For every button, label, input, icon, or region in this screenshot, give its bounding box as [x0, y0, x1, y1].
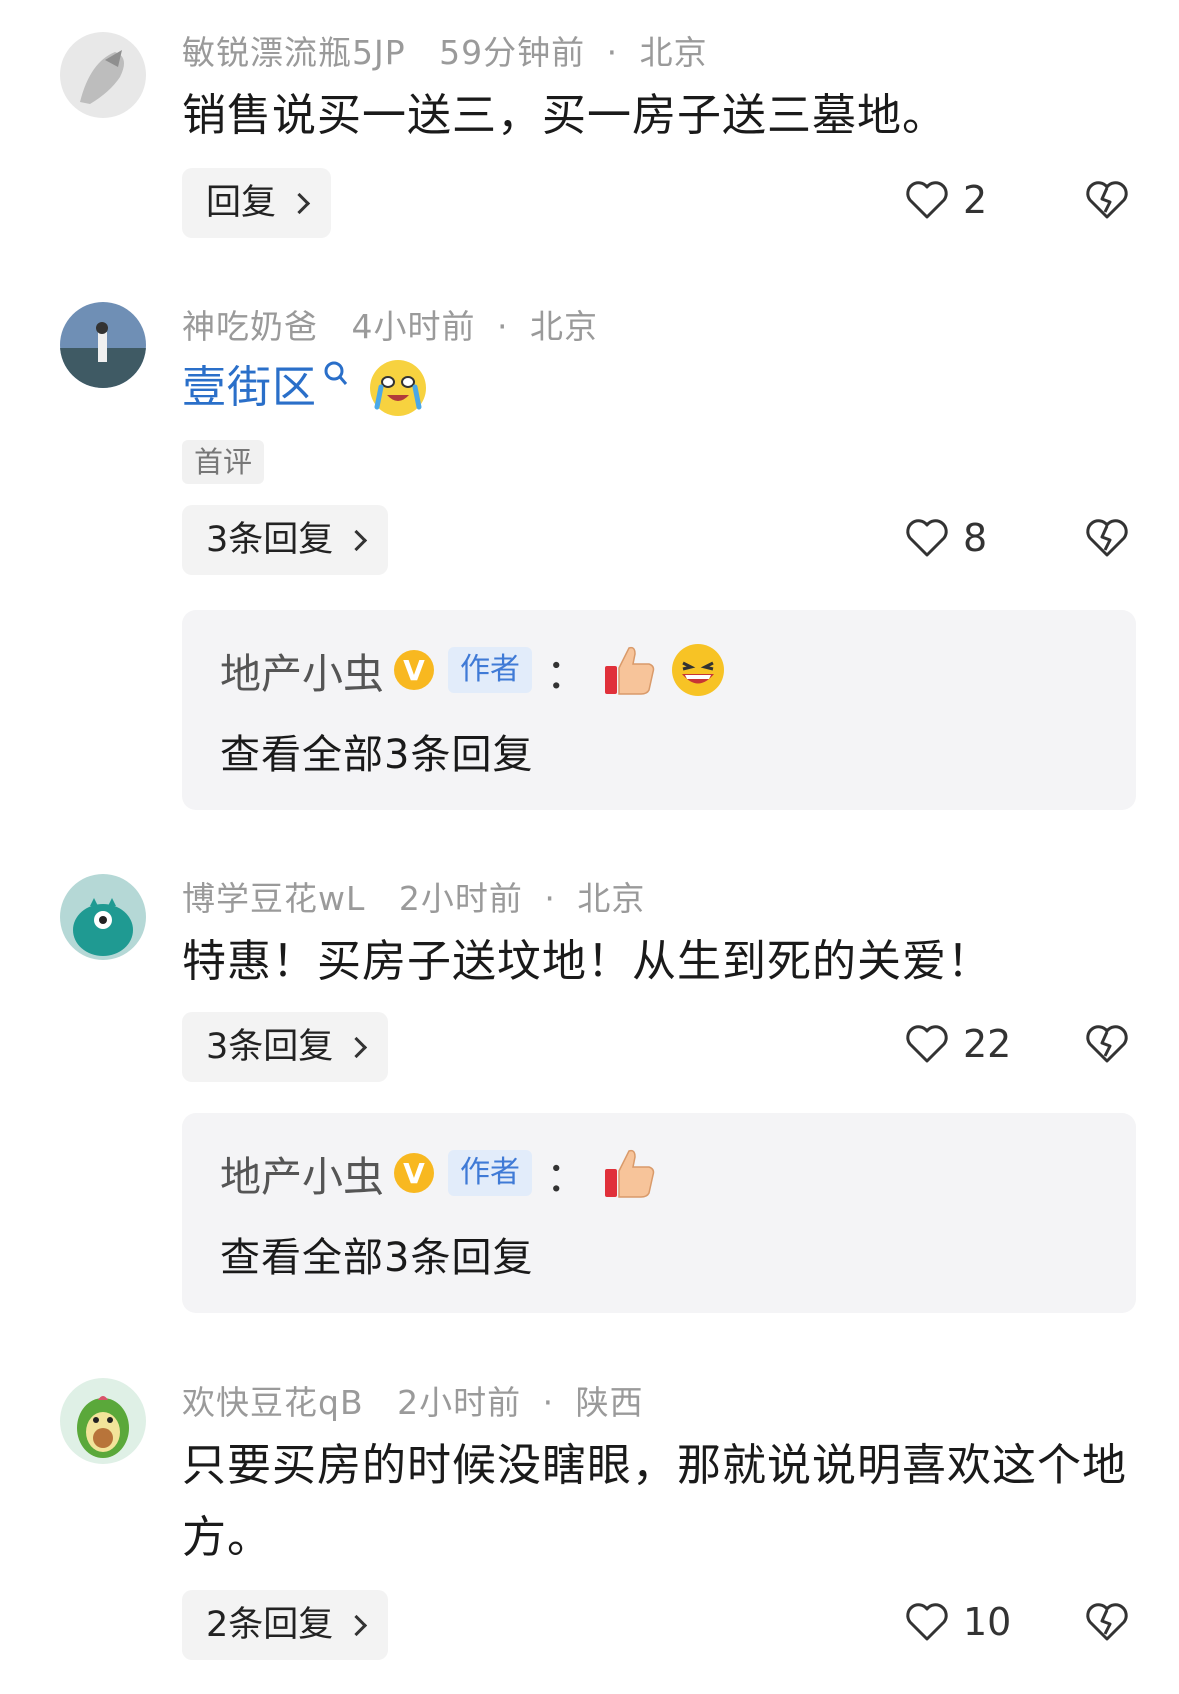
- chevron-right-icon: [346, 1036, 368, 1058]
- like-count: 22: [963, 1022, 1012, 1066]
- chevron-right-icon: [346, 529, 368, 551]
- reply-button[interactable]: 2条回复: [182, 1590, 389, 1660]
- timestamp: 4小时前: [351, 307, 476, 346]
- username[interactable]: 敏锐漂流瓶5JP: [182, 33, 406, 72]
- like-button[interactable]: 8: [905, 516, 987, 560]
- chevron-right-icon: [288, 192, 311, 214]
- separator: ·: [606, 33, 619, 72]
- reply-label: 3条回复: [206, 520, 334, 560]
- search-link[interactable]: 壹街区: [182, 352, 317, 424]
- comment-text: 销售说买一送三，买一房子送三墓地。: [182, 90, 947, 141]
- comment-meta: 神吃奶爸 4小时前 · 北京: [182, 300, 598, 348]
- comment-text: 只要买房的时候没瞎眼，那就说说明喜欢这个地方。: [182, 1440, 1127, 1563]
- verified-badge-icon: V: [394, 1153, 434, 1193]
- comment-meta: 欢快豆花qB 2小时前 · 陕西: [182, 1376, 644, 1424]
- avatar[interactable]: [60, 32, 146, 118]
- username[interactable]: 神吃奶爸: [182, 307, 318, 346]
- separator: ·: [542, 1383, 555, 1422]
- location: 北京: [577, 879, 646, 918]
- view-all-replies-link[interactable]: 查看全部3条回复: [220, 722, 533, 780]
- reply-label: 回复: [206, 183, 277, 223]
- like-button[interactable]: 22: [905, 1022, 1011, 1066]
- location: 陕西: [575, 1383, 644, 1422]
- like-count: 10: [963, 1600, 1012, 1644]
- author-tag: 作者: [448, 1150, 532, 1196]
- like-count: 2: [963, 178, 988, 222]
- verified-badge-icon: V: [394, 650, 434, 690]
- author-tag: 作者: [448, 647, 532, 693]
- location: 北京: [639, 33, 708, 72]
- heart-icon: [906, 181, 948, 219]
- crying-emoji-icon: [370, 360, 426, 416]
- avatar[interactable]: [60, 302, 146, 388]
- broken-heart-icon[interactable]: [1085, 1602, 1129, 1642]
- heart-icon: [906, 1603, 948, 1641]
- reply-label: 2条回复: [206, 1605, 334, 1645]
- like-button[interactable]: 10: [905, 1600, 1011, 1644]
- separator: ·: [544, 879, 556, 918]
- broken-heart-icon[interactable]: [1085, 518, 1129, 558]
- chevron-right-icon: [346, 1614, 368, 1636]
- comment-text: 壹街区: [182, 352, 1139, 424]
- subreply-preview: 地产小虫 V 作者 ：: [220, 1143, 657, 1203]
- colon: ：: [546, 1153, 587, 1201]
- thumbs-up-emoji-icon: [605, 646, 655, 695]
- reply-button[interactable]: 回复: [182, 168, 332, 238]
- avatar[interactable]: [60, 874, 146, 960]
- avatar[interactable]: [60, 1378, 146, 1464]
- timestamp: 59分钟前: [439, 33, 586, 72]
- comment-meta: 博学豆花wL 2小时前 · 北京: [182, 872, 645, 920]
- first-comment-badge: 首评: [182, 440, 265, 484]
- like-count: 8: [963, 516, 988, 560]
- broken-heart-icon[interactable]: [1085, 180, 1129, 220]
- reply-button[interactable]: 3条回复: [182, 505, 389, 575]
- subreply-box[interactable]: 地产小虫 V 作者 ： 查看全部3条回复: [182, 1113, 1136, 1313]
- reply-button[interactable]: 3条回复: [182, 1012, 389, 1082]
- like-button[interactable]: 2: [905, 178, 987, 222]
- username[interactable]: 欢快豆花qB: [182, 1383, 364, 1422]
- heart-icon: [906, 519, 948, 557]
- thumbs-up-emoji-icon: [605, 1149, 655, 1198]
- subreply-box[interactable]: 地产小虫 V 作者 ： 查看全部3条回复: [182, 610, 1136, 810]
- subreply-preview: 地产小虫 V 作者 ：: [220, 640, 727, 700]
- view-all-replies-link[interactable]: 查看全部3条回复: [220, 1225, 533, 1283]
- subreply-author[interactable]: 地产小虫: [220, 1143, 384, 1203]
- comment-meta: 敏锐漂流瓶5JP 59分钟前 · 北京: [182, 26, 708, 74]
- timestamp: 2小时前: [397, 1383, 522, 1422]
- broken-heart-icon[interactable]: [1085, 1024, 1129, 1064]
- laughing-emoji-icon: [672, 644, 724, 696]
- timestamp: 2小时前: [398, 879, 523, 918]
- username[interactable]: 博学豆花wL: [182, 879, 365, 918]
- colon: ：: [546, 650, 587, 698]
- separator: ·: [497, 307, 509, 346]
- comment-text: 特惠！买房子送坟地！从生到死的关爱！: [182, 936, 992, 987]
- subreply-author[interactable]: 地产小虫: [220, 640, 384, 700]
- reply-label: 3条回复: [206, 1027, 334, 1067]
- location: 北京: [530, 307, 598, 346]
- search-icon[interactable]: [323, 360, 349, 390]
- heart-icon: [906, 1025, 948, 1063]
